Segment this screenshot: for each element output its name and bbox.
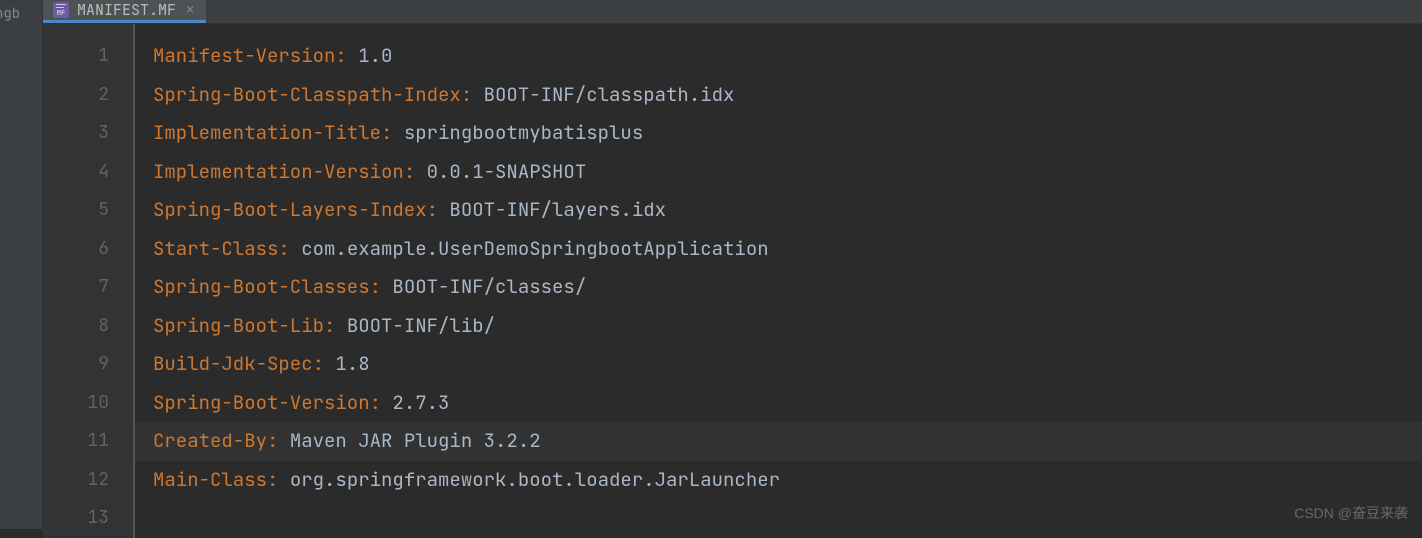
manifest-key: Implementation-Version (153, 159, 404, 184)
manifest-key: Manifest-Version (153, 43, 335, 68)
code-line[interactable]: Created-By: Maven JAR Plugin 3.2.2 (135, 422, 1422, 461)
colon-separator: : (324, 313, 347, 338)
line-number: 1 (43, 37, 133, 76)
line-number: 8 (43, 307, 133, 346)
manifest-key: Spring-Boot-Version (153, 390, 370, 415)
tab-filename-label: MANIFEST.MF (77, 0, 176, 20)
manifest-key: Main-Class (153, 467, 267, 492)
manifest-value: 1.0 (358, 43, 392, 68)
manifest-value: Maven JAR Plugin 3.2.2 (290, 428, 541, 453)
manifest-key: Spring-Boot-Classes (153, 274, 370, 299)
line-number: 5 (43, 191, 133, 230)
line-number: 3 (43, 114, 133, 153)
code-line[interactable]: Main-Class: org.springframework.boot.loa… (153, 461, 1422, 500)
editor-viewport[interactable]: 12345678910111213 Manifest-Version: 1.0S… (43, 24, 1422, 538)
manifest-key: Build-Jdk-Spec (153, 351, 313, 376)
colon-separator: : (278, 236, 301, 261)
code-line[interactable]: Implementation-Version: 0.0.1-SNAPSHOT (153, 153, 1422, 192)
manifest-value: 1.8 (335, 351, 369, 376)
code-line[interactable]: Implementation-Title: springbootmybatisp… (153, 114, 1422, 153)
colon-separator: : (267, 428, 290, 453)
manifest-value: springbootmybatisplus (404, 120, 643, 145)
code-line[interactable]: Build-Jdk-Spec: 1.8 (153, 345, 1422, 384)
code-line[interactable]: Spring-Boot-Layers-Index: BOOT-INF/layer… (153, 191, 1422, 230)
line-number: 6 (43, 230, 133, 269)
manifest-key: Spring-Boot-Layers-Index (153, 197, 427, 222)
code-line[interactable]: Spring-Boot-Classes: BOOT-INF/classes/ (153, 268, 1422, 307)
colon-separator: : (370, 390, 393, 415)
manifest-key: Start-Class (153, 236, 278, 261)
code-area[interactable]: Manifest-Version: 1.0Spring-Boot-Classpa… (135, 24, 1422, 538)
manifest-value: 2.7.3 (392, 390, 449, 415)
manifest-file-icon: MF (53, 2, 69, 18)
app-container: ngb MF MANIFEST.MF ✕ 12345678910111213 M… (0, 0, 1422, 529)
watermark-text: CSDN @奋豆来袭 (1294, 503, 1408, 523)
line-number: 11 (43, 422, 133, 461)
line-number: 7 (43, 268, 133, 307)
colon-separator: : (267, 467, 290, 492)
colon-separator: : (461, 82, 484, 107)
code-line[interactable]: Spring-Boot-Classpath-Index: BOOT-INF/cl… (153, 76, 1422, 115)
line-number: 4 (43, 153, 133, 192)
manifest-value: org.springframework.boot.loader.JarLaunc… (290, 467, 780, 492)
colon-separator: : (335, 43, 358, 68)
editor-main: MF MANIFEST.MF ✕ 12345678910111213 Manif… (43, 0, 1422, 529)
manifest-key: Spring-Boot-Lib (153, 313, 324, 338)
colon-separator: : (313, 351, 336, 376)
manifest-value: com.example.UserDemoSpringbootApplicatio… (301, 236, 768, 261)
sidebar-truncated-label: ngb (0, 5, 20, 23)
line-number: 10 (43, 384, 133, 423)
colon-separator: : (381, 120, 404, 145)
colon-separator: : (370, 274, 393, 299)
tab-bar: MF MANIFEST.MF ✕ (43, 0, 1422, 24)
left-sidebar: ngb (0, 0, 43, 529)
code-line[interactable]: Spring-Boot-Lib: BOOT-INF/lib/ (153, 307, 1422, 346)
code-line[interactable]: Manifest-Version: 1.0 (153, 37, 1422, 76)
line-number: 9 (43, 345, 133, 384)
tab-close-icon[interactable]: ✕ (184, 1, 196, 19)
manifest-value: 0.0.1-SNAPSHOT (427, 159, 587, 184)
manifest-value: BOOT-INF/classes/ (392, 274, 586, 299)
line-number: 13 (43, 499, 133, 538)
file-tab-manifest[interactable]: MF MANIFEST.MF ✕ (43, 0, 206, 23)
manifest-value: BOOT-INF/lib/ (347, 313, 495, 338)
line-number: 2 (43, 76, 133, 115)
manifest-value: BOOT-INF/layers.idx (449, 197, 666, 222)
manifest-key: Spring-Boot-Classpath-Index (153, 82, 461, 107)
colon-separator: : (427, 197, 450, 222)
line-number-gutter: 12345678910111213 (43, 24, 133, 538)
code-line[interactable]: Spring-Boot-Version: 2.7.3 (153, 384, 1422, 423)
line-number: 12 (43, 461, 133, 500)
manifest-key: Created-By (153, 428, 267, 453)
colon-separator: : (404, 159, 427, 184)
code-line[interactable]: Start-Class: com.example.UserDemoSpringb… (153, 230, 1422, 269)
manifest-value: BOOT-INF/classpath.idx (484, 82, 735, 107)
manifest-key: Implementation-Title (153, 120, 381, 145)
